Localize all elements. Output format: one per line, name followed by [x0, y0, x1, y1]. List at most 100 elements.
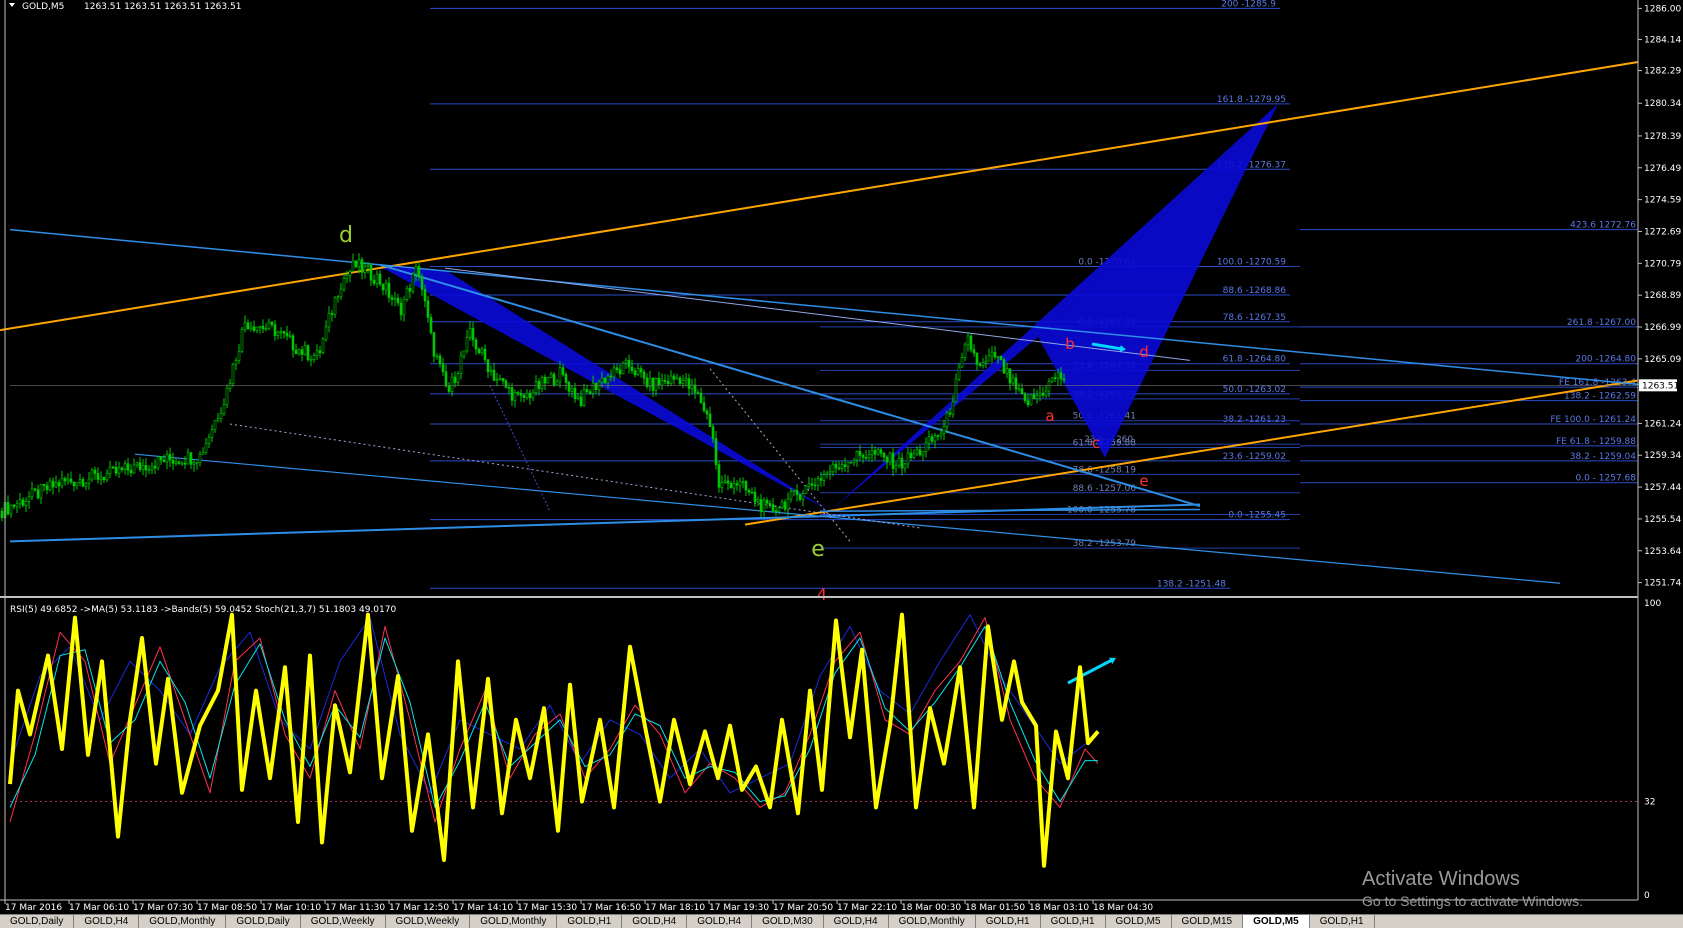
- fib-level-label-right: FE 61.8 - 1259.88: [1556, 437, 1636, 447]
- candle-body: [540, 376, 544, 389]
- chart-tab[interactable]: GOLD,H4: [824, 915, 889, 928]
- candle-body: [270, 321, 274, 325]
- candle-body: [567, 382, 571, 392]
- candle-body: [894, 465, 898, 469]
- price-tick-label: 1280.34: [1644, 99, 1681, 109]
- candle-body: [414, 266, 418, 275]
- candle-body: [651, 377, 655, 391]
- candle-body: [510, 387, 514, 401]
- candle-body: [243, 322, 247, 330]
- chart-tab[interactable]: GOLD,H1: [557, 915, 623, 928]
- indicator-tick-label: 100: [1644, 599, 1661, 609]
- candle-body: [957, 366, 961, 380]
- chart-tab[interactable]: GOLD,M30: [752, 915, 824, 928]
- chart-tab[interactable]: GOLD,H4: [74, 915, 140, 928]
- candle-body: [372, 279, 376, 284]
- candle-body: [48, 480, 52, 491]
- candle-body: [138, 462, 142, 470]
- candle-body: [429, 317, 433, 333]
- candle-body: [672, 375, 676, 380]
- candle-body: [615, 367, 619, 371]
- time-tick-label: 17 Mar 06:10: [69, 903, 129, 913]
- candle-body: [807, 483, 811, 487]
- candle-body: [360, 259, 364, 273]
- candle-body: [534, 381, 538, 393]
- candle-body: [57, 482, 61, 487]
- candle-body: [324, 326, 328, 340]
- candle-body: [612, 367, 616, 378]
- candle-body: [606, 375, 610, 384]
- candle-body: [366, 264, 370, 267]
- price-tick-label: 1266.99: [1644, 323, 1681, 333]
- candle-body: [363, 266, 367, 273]
- time-tick-label: 17 Mar 12:50: [389, 903, 449, 913]
- candle-body: [735, 483, 739, 486]
- candle-body: [915, 449, 919, 455]
- candle-body: [960, 357, 964, 368]
- candle-body: [93, 469, 97, 474]
- candle-body: [891, 452, 895, 469]
- candle-body: [444, 371, 448, 387]
- candle-body: [528, 392, 532, 399]
- chart-tab[interactable]: GOLD,Daily: [0, 915, 75, 928]
- candle-body: [438, 355, 442, 364]
- candle-body: [327, 313, 331, 328]
- candle-body: [78, 479, 82, 483]
- candle-body: [297, 349, 301, 355]
- chart-tab[interactable]: GOLD,M5: [1106, 915, 1172, 928]
- candle-body: [393, 297, 397, 300]
- time-tick-label: 18 Mar 04:30: [1093, 903, 1153, 913]
- chart-tab[interactable]: GOLD,H4: [687, 915, 753, 928]
- chart-tab[interactable]: GOLD,M15: [1172, 915, 1244, 928]
- candle-body: [873, 450, 877, 455]
- chart-tab[interactable]: GOLD,H1: [1310, 915, 1375, 928]
- chart-tab[interactable]: GOLD,Monthly: [889, 915, 976, 928]
- candle-body: [231, 363, 235, 384]
- candle-body: [675, 377, 679, 380]
- price-tick-label: 1282.29: [1644, 67, 1681, 77]
- candle-body: [765, 499, 769, 504]
- price-tick-label: 1255.54: [1644, 515, 1681, 525]
- wave-label: b: [1065, 335, 1075, 353]
- chart-tab[interactable]: GOLD,Weekly: [386, 915, 471, 928]
- chart-tab[interactable]: GOLD,H1: [976, 915, 1041, 928]
- candle-body: [249, 326, 253, 330]
- chart-tab[interactable]: GOLD,M5: [1243, 915, 1310, 928]
- candle-body: [1017, 388, 1021, 391]
- candle-body: [1014, 377, 1018, 390]
- trading-chart[interactable]: 200 -1285.9161.8 -1279.95138.2 -1276.371…: [0, 0, 1683, 914]
- chart-tab[interactable]: GOLD,Daily: [226, 915, 301, 928]
- chart-tab[interactable]: GOLD,H4: [622, 915, 688, 928]
- wave-label: e: [811, 537, 825, 562]
- chart-tab[interactable]: GOLD,Monthly: [470, 915, 558, 928]
- candle-body: [603, 377, 607, 384]
- candle-body: [354, 260, 358, 268]
- candle-body: [738, 481, 742, 486]
- candle-body: [852, 459, 856, 463]
- candle-body: [234, 360, 238, 365]
- candle-body: [621, 362, 625, 375]
- candle-body: [288, 335, 292, 338]
- chart-tab[interactable]: GOLD,H1: [1041, 915, 1106, 928]
- candle-body: [549, 373, 553, 379]
- candle-body: [885, 456, 889, 463]
- candle-body: [114, 466, 118, 474]
- candle-body: [426, 300, 430, 318]
- candle-body: [150, 465, 154, 470]
- chart-tab[interactable]: GOLD,Monthly: [139, 915, 227, 928]
- candle-body: [66, 478, 70, 482]
- candle-body: [636, 368, 640, 376]
- candle-body: [225, 387, 229, 405]
- candle-body: [750, 491, 754, 494]
- candle-body: [1029, 394, 1033, 406]
- chart-tab[interactable]: GOLD,Weekly: [301, 915, 386, 928]
- candle-body: [900, 457, 904, 469]
- candle-body: [309, 359, 313, 361]
- candle-body: [561, 367, 565, 375]
- candle-body: [906, 452, 910, 465]
- candle-body: [558, 367, 562, 383]
- candle-body: [294, 349, 298, 355]
- candle-body: [24, 501, 28, 506]
- candle-body: [45, 485, 49, 491]
- candle-body: [741, 481, 745, 483]
